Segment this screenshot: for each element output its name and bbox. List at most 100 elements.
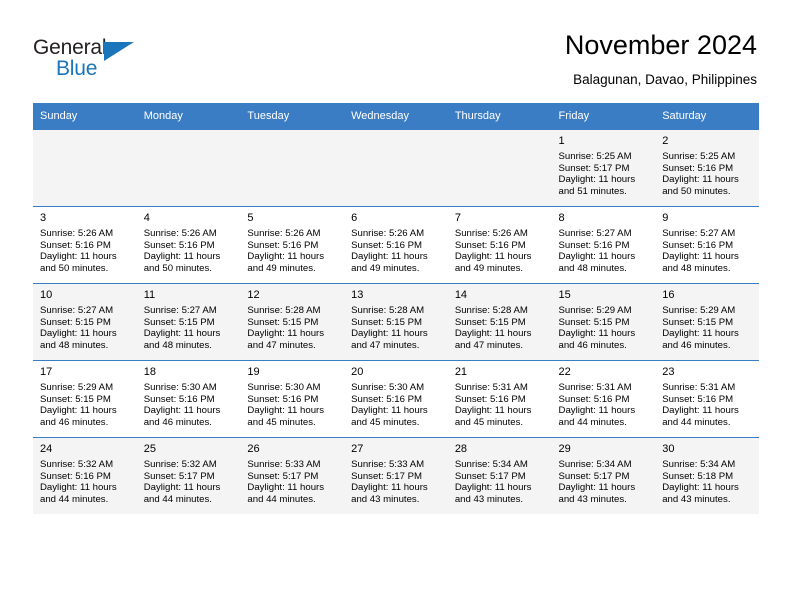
day-detail: Sunrise: 5:27 AM Sunset: 5:16 PM Dayligh… <box>662 228 739 274</box>
calendar-day-cell[interactable]: 11 Sunrise: 5:27 AM Sunset: 5:15 PM Dayli… <box>136 283 241 361</box>
title-block: November 2024 Balagunan, Davao, Philippi… <box>565 29 757 89</box>
day-detail: Sunrise: 5:27 AM Sunset: 5:16 PM Dayligh… <box>558 228 636 274</box>
day-number: 13 <box>351 289 364 301</box>
day-number: 9 <box>662 212 669 224</box>
calendar-day-cell[interactable]: 26 Sunrise: 5:33 AM Sunset: 5:17 PM Dayli… <box>240 437 345 514</box>
day-number: 24 <box>40 443 53 455</box>
day-detail: Sunrise: 5:28 AM Sunset: 5:15 PM Dayligh… <box>351 305 428 351</box>
calendar-day-cell[interactable]: 1 Sunrise: 5:25 AM Sunset: 5:17 PM Daylig… <box>551 129 656 207</box>
day-number: 19 <box>247 366 260 378</box>
day-number: 25 <box>143 443 156 455</box>
day-detail: Sunrise: 5:33 AM Sunset: 5:17 PM Dayligh… <box>247 459 325 505</box>
general-blue-logo[interactable]: General Blue <box>33 36 163 86</box>
calendar-day-cell[interactable]: 9 Sunrise: 5:27 AM Sunset: 5:16 PM Daylig… <box>655 206 759 284</box>
day-number: 1 <box>558 135 565 147</box>
calendar-day-cell <box>136 129 241 207</box>
day-detail: Sunrise: 5:31 AM Sunset: 5:16 PM Dayligh… <box>558 382 636 428</box>
day-detail: Sunrise: 5:29 AM Sunset: 5:15 PM Dayligh… <box>558 305 636 351</box>
calendar-page: General Blue November 2024 Balagunan, Da… <box>0 0 792 612</box>
day-detail: Sunrise: 5:30 AM Sunset: 5:16 PM Dayligh… <box>351 382 428 428</box>
day-number: 21 <box>454 366 468 378</box>
day-number: 28 <box>454 443 468 455</box>
calendar-day-cell[interactable]: 17 Sunrise: 5:29 AM Sunset: 5:15 PM Dayli… <box>33 360 137 438</box>
day-detail: Sunrise: 5:27 AM Sunset: 5:15 PM Dayligh… <box>40 305 117 351</box>
calendar-day-cell[interactable]: 4 Sunrise: 5:26 AM Sunset: 5:16 PM Daylig… <box>136 206 241 284</box>
calendar-day-cell[interactable]: 7 Sunrise: 5:26 AM Sunset: 5:16 PM Daylig… <box>447 206 552 284</box>
day-number: 26 <box>247 443 260 455</box>
day-number: 27 <box>351 443 364 455</box>
day-detail: Sunrise: 5:25 AM Sunset: 5:17 PM Dayligh… <box>558 151 636 197</box>
day-number: 8 <box>558 212 565 224</box>
triangle-icon <box>104 42 134 61</box>
weekday-header-tuesday: Tuesday <box>240 103 345 130</box>
weekday-header-row: Sunday Monday Tuesday Wednesday Thursday… <box>33 103 759 130</box>
day-detail: Sunrise: 5:26 AM Sunset: 5:16 PM Dayligh… <box>351 228 428 274</box>
day-detail: Sunrise: 5:27 AM Sunset: 5:15 PM Dayligh… <box>143 305 221 351</box>
day-number: 18 <box>143 366 156 378</box>
calendar-day-cell[interactable]: 14 Sunrise: 5:28 AM Sunset: 5:15 PM Dayli… <box>447 283 552 361</box>
day-number: 14 <box>454 289 468 301</box>
day-number: 22 <box>558 366 571 378</box>
day-number: 17 <box>40 366 53 378</box>
calendar-week-row: 17 Sunrise: 5:29 AM Sunset: 5:15 PM Dayli… <box>33 360 759 438</box>
calendar-day-cell[interactable]: 18 Sunrise: 5:30 AM Sunset: 5:16 PM Dayli… <box>136 360 241 438</box>
calendar-day-cell[interactable]: 27 Sunrise: 5:33 AM Sunset: 5:17 PM Dayli… <box>344 437 448 514</box>
day-detail: Sunrise: 5:33 AM Sunset: 5:17 PM Dayligh… <box>351 459 428 505</box>
calendar-day-cell[interactable]: 29 Sunrise: 5:34 AM Sunset: 5:17 PM Dayli… <box>551 437 656 514</box>
weekday-header-thursday: Thursday <box>447 103 552 130</box>
day-detail: Sunrise: 5:26 AM Sunset: 5:16 PM Dayligh… <box>143 228 221 274</box>
calendar-day-cell[interactable]: 12 Sunrise: 5:28 AM Sunset: 5:15 PM Dayli… <box>240 283 345 361</box>
day-detail: Sunrise: 5:32 AM Sunset: 5:17 PM Dayligh… <box>143 459 221 505</box>
calendar-week-row: 24 Sunrise: 5:32 AM Sunset: 5:16 PM Dayli… <box>33 437 759 514</box>
day-number: 5 <box>247 212 254 224</box>
calendar-day-cell[interactable]: 24 Sunrise: 5:32 AM Sunset: 5:16 PM Dayli… <box>33 437 137 514</box>
calendar-day-cell[interactable]: 3 Sunrise: 5:26 AM Sunset: 5:16 PM Daylig… <box>33 206 137 284</box>
calendar-day-cell <box>447 129 552 207</box>
day-detail: Sunrise: 5:34 AM Sunset: 5:18 PM Dayligh… <box>662 459 739 505</box>
weekday-header-saturday: Saturday <box>655 103 759 130</box>
calendar-day-cell[interactable]: 10 Sunrise: 5:27 AM Sunset: 5:15 PM Dayli… <box>33 283 137 361</box>
calendar-grid: Sunday Monday Tuesday Wednesday Thursday… <box>33 103 759 514</box>
day-number: 11 <box>143 289 156 301</box>
page-subtitle: Balagunan, Davao, Philippines <box>573 72 757 87</box>
day-detail: Sunrise: 5:26 AM Sunset: 5:16 PM Dayligh… <box>454 228 532 274</box>
calendar-day-cell[interactable]: 6 Sunrise: 5:26 AM Sunset: 5:16 PM Daylig… <box>344 206 448 284</box>
day-number: 15 <box>558 289 571 301</box>
day-detail: Sunrise: 5:31 AM Sunset: 5:16 PM Dayligh… <box>454 382 532 428</box>
day-number: 3 <box>40 212 47 224</box>
calendar-day-cell[interactable]: 30 Sunrise: 5:34 AM Sunset: 5:18 PM Dayli… <box>655 437 759 514</box>
day-number: 16 <box>662 289 675 301</box>
day-number: 10 <box>40 289 53 301</box>
weekday-header-friday: Friday <box>551 103 656 130</box>
calendar-day-cell[interactable]: 22 Sunrise: 5:31 AM Sunset: 5:16 PM Dayli… <box>551 360 656 438</box>
calendar-day-cell[interactable]: 23 Sunrise: 5:31 AM Sunset: 5:16 PM Dayli… <box>655 360 759 438</box>
day-number: 30 <box>662 443 675 455</box>
calendar-day-cell[interactable]: 8 Sunrise: 5:27 AM Sunset: 5:16 PM Daylig… <box>551 206 656 284</box>
calendar-day-cell[interactable]: 21 Sunrise: 5:31 AM Sunset: 5:16 PM Dayli… <box>447 360 552 438</box>
day-detail: Sunrise: 5:29 AM Sunset: 5:15 PM Dayligh… <box>662 305 739 351</box>
calendar-day-cell <box>344 129 448 207</box>
calendar-day-cell[interactable]: 28 Sunrise: 5:34 AM Sunset: 5:17 PM Dayli… <box>447 437 552 514</box>
day-detail: Sunrise: 5:26 AM Sunset: 5:16 PM Dayligh… <box>40 228 117 274</box>
day-number: 2 <box>662 135 669 147</box>
calendar-week-row: 1 Sunrise: 5:25 AM Sunset: 5:17 PM Daylig… <box>33 129 759 207</box>
weekday-header-wednesday: Wednesday <box>344 103 448 130</box>
calendar-week-row: 3 Sunrise: 5:26 AM Sunset: 5:16 PM Daylig… <box>33 206 759 284</box>
day-detail: Sunrise: 5:34 AM Sunset: 5:17 PM Dayligh… <box>558 459 636 505</box>
day-detail: Sunrise: 5:30 AM Sunset: 5:16 PM Dayligh… <box>143 382 221 428</box>
calendar-day-cell[interactable]: 13 Sunrise: 5:28 AM Sunset: 5:15 PM Dayli… <box>344 283 448 361</box>
day-detail: Sunrise: 5:26 AM Sunset: 5:16 PM Dayligh… <box>247 228 325 274</box>
logo-text-blue: Blue <box>56 57 98 80</box>
calendar-day-cell[interactable]: 15 Sunrise: 5:29 AM Sunset: 5:15 PM Dayli… <box>551 283 656 361</box>
calendar-day-cell[interactable]: 20 Sunrise: 5:30 AM Sunset: 5:16 PM Dayli… <box>344 360 448 438</box>
calendar-day-cell[interactable]: 16 Sunrise: 5:29 AM Sunset: 5:15 PM Dayli… <box>655 283 759 361</box>
day-number: 6 <box>351 212 358 224</box>
day-detail: Sunrise: 5:25 AM Sunset: 5:16 PM Dayligh… <box>662 151 739 197</box>
calendar-day-cell[interactable]: 19 Sunrise: 5:30 AM Sunset: 5:16 PM Dayli… <box>240 360 345 438</box>
day-detail: Sunrise: 5:28 AM Sunset: 5:15 PM Dayligh… <box>247 305 325 351</box>
calendar-day-cell[interactable]: 5 Sunrise: 5:26 AM Sunset: 5:16 PM Daylig… <box>240 206 345 284</box>
calendar-day-cell[interactable]: 25 Sunrise: 5:32 AM Sunset: 5:17 PM Dayli… <box>136 437 241 514</box>
calendar-day-cell <box>240 129 345 207</box>
day-detail: Sunrise: 5:34 AM Sunset: 5:17 PM Dayligh… <box>454 459 532 505</box>
calendar-day-cell[interactable]: 2 Sunrise: 5:25 AM Sunset: 5:16 PM Daylig… <box>655 129 759 207</box>
